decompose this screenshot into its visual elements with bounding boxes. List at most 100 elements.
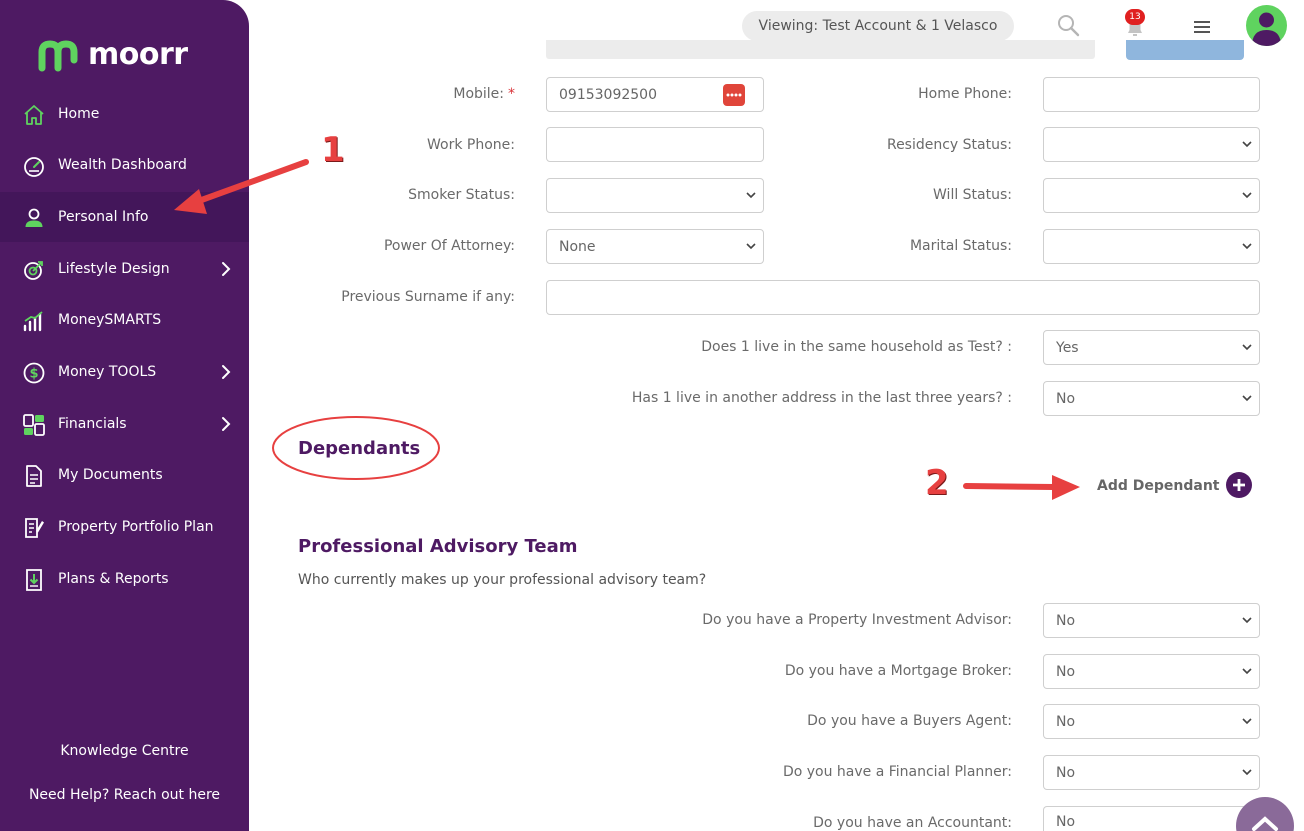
add-circle-icon[interactable] [1226, 472, 1252, 498]
sidebar: moorr Home Wealth Dashboard Personal Inf… [0, 0, 249, 831]
user-avatar[interactable] [1246, 5, 1287, 46]
sidebar-item-financials[interactable]: Financials [0, 399, 249, 449]
financial-planner-value: No [1056, 764, 1076, 781]
home-phone-input[interactable] [1043, 77, 1260, 112]
marital-status-select[interactable] [1043, 229, 1260, 264]
viewing-account-pill[interactable]: Viewing: Test Account & 1 Velasco [742, 11, 1014, 41]
address-field-partial[interactable] [546, 40, 1095, 59]
sidebar-item-label: My Documents [58, 467, 163, 483]
document-icon [21, 463, 46, 488]
sidebar-item-lifestyle-design[interactable]: Lifestyle Design [0, 244, 249, 294]
brand-name: moorr [88, 36, 188, 72]
partial-action-button[interactable] [1126, 40, 1244, 60]
download-document-icon [21, 567, 46, 592]
residency-status-select[interactable] [1043, 127, 1260, 162]
sidebar-item-property-portfolio-plan[interactable]: Property Portfolio Plan [0, 502, 249, 552]
power-of-attorney-value: None [559, 238, 596, 255]
sidebar-item-moneysmarts[interactable]: MoneySMARTS [0, 295, 249, 345]
chevron-down-icon [1242, 243, 1252, 250]
accountant-value: No [1056, 814, 1076, 830]
mobile-value: 09153092500 [559, 86, 657, 103]
mobile-label: Mobile: * [453, 86, 515, 102]
power-of-attorney-label: Power Of Attorney: [383, 238, 515, 254]
gauge-icon [21, 153, 46, 178]
same-household-value: Yes [1056, 339, 1079, 356]
chevron-right-icon[interactable] [219, 416, 233, 432]
password-manager-icon[interactable] [723, 84, 745, 106]
financial-planner-select[interactable]: No [1043, 755, 1260, 790]
dependants-heading: Dependants [298, 438, 421, 459]
accountant-label: Do you have an Accountant: [813, 815, 1012, 831]
accountant-select[interactable]: No [1043, 806, 1260, 831]
bar-chart-icon [21, 308, 46, 333]
chevron-down-icon [1242, 344, 1252, 351]
search-icon[interactable] [1055, 12, 1081, 38]
chevron-down-icon [746, 243, 756, 250]
smoker-status-label: Smoker Status: [408, 187, 515, 203]
chevron-down-icon [1242, 668, 1252, 675]
work-phone-label: Work Phone: [427, 137, 515, 153]
chevron-down-icon [1242, 718, 1252, 725]
sidebar-item-label: Personal Info [58, 209, 149, 225]
grid-icon [21, 412, 46, 437]
user-icon [21, 205, 46, 230]
sidebar-item-label: Money TOOLS [58, 364, 157, 380]
dollar-coin-icon: $ [21, 360, 46, 385]
sidebar-item-home[interactable]: Home [0, 89, 249, 139]
required-mark: * [508, 86, 515, 102]
annotation-step-1: 1 [321, 130, 345, 170]
financial-planner-label: Do you have a Financial Planner: [782, 764, 1012, 780]
chevron-down-icon [1242, 617, 1252, 624]
chevron-right-icon[interactable] [219, 261, 233, 277]
chevron-down-icon [1242, 395, 1252, 402]
sidebar-item-label: MoneySMARTS [58, 312, 162, 328]
edit-document-icon [21, 515, 46, 540]
home-icon [21, 102, 46, 127]
sidebar-item-my-documents[interactable]: My Documents [0, 450, 249, 500]
property-advisor-select[interactable]: No [1043, 603, 1260, 638]
chevron-down-icon [1242, 141, 1252, 148]
previous-surname-label: Previous Surname if any: [341, 289, 515, 305]
sidebar-item-label: Plans & Reports [58, 571, 169, 587]
hamburger-menu-icon[interactable] [1190, 16, 1214, 38]
knowledge-centre-link[interactable]: Knowledge Centre [0, 743, 249, 759]
other-address-select[interactable]: No [1043, 381, 1260, 416]
other-address-value: No [1056, 390, 1076, 407]
residency-status-label: Residency Status: [886, 137, 1012, 153]
sidebar-item-label: Home [58, 106, 100, 122]
sidebar-item-money-tools[interactable]: $ Money TOOLS [0, 347, 249, 397]
buyers-agent-label: Do you have a Buyers Agent: [807, 713, 1012, 729]
add-dependant-button[interactable]: Add Dependant [1097, 475, 1219, 497]
other-address-label: Has 1 live in another address in the las… [631, 390, 1012, 406]
sidebar-item-label: Property Portfolio Plan [58, 519, 214, 535]
same-household-label: Does 1 live in the same household as Tes… [701, 339, 1012, 355]
mortgage-broker-value: No [1056, 663, 1076, 680]
sidebar-item-wealth-dashboard[interactable]: Wealth Dashboard [0, 140, 249, 190]
sidebar-item-personal-info[interactable]: Personal Info [0, 192, 249, 242]
chevron-right-icon[interactable] [219, 364, 233, 380]
mobile-input[interactable]: 09153092500 [546, 77, 764, 112]
will-status-label: Will Status: [933, 187, 1012, 203]
mortgage-broker-select[interactable]: No [1043, 654, 1260, 689]
smoker-status-select[interactable] [546, 178, 764, 213]
power-of-attorney-select[interactable]: None [546, 229, 764, 264]
sidebar-item-plans-reports[interactable]: Plans & Reports [0, 554, 249, 604]
chevron-up-icon [1252, 816, 1278, 831]
help-link[interactable]: Need Help? Reach out here [0, 787, 249, 803]
chevron-down-icon [746, 192, 756, 199]
work-phone-input[interactable] [546, 127, 764, 162]
buyers-agent-select[interactable]: No [1043, 704, 1260, 739]
same-household-select[interactable]: Yes [1043, 330, 1260, 365]
brand-logo[interactable]: moorr [36, 34, 188, 74]
previous-surname-input[interactable] [546, 280, 1260, 315]
marital-status-label: Marital Status: [909, 238, 1012, 254]
property-advisor-label: Do you have a Property Investment Adviso… [702, 612, 1012, 628]
mortgage-broker-label: Do you have a Mortgage Broker: [784, 663, 1012, 679]
scroll-to-top-button[interactable] [1236, 797, 1294, 831]
advisory-team-subtitle: Who currently makes up your professional… [298, 572, 707, 588]
notification-count-badge: 13 [1125, 9, 1145, 25]
home-phone-label: Home Phone: [918, 86, 1012, 102]
sidebar-item-label: Wealth Dashboard [58, 157, 187, 173]
will-status-select[interactable] [1043, 178, 1260, 213]
arrow-to-add-dependant [963, 475, 1080, 500]
